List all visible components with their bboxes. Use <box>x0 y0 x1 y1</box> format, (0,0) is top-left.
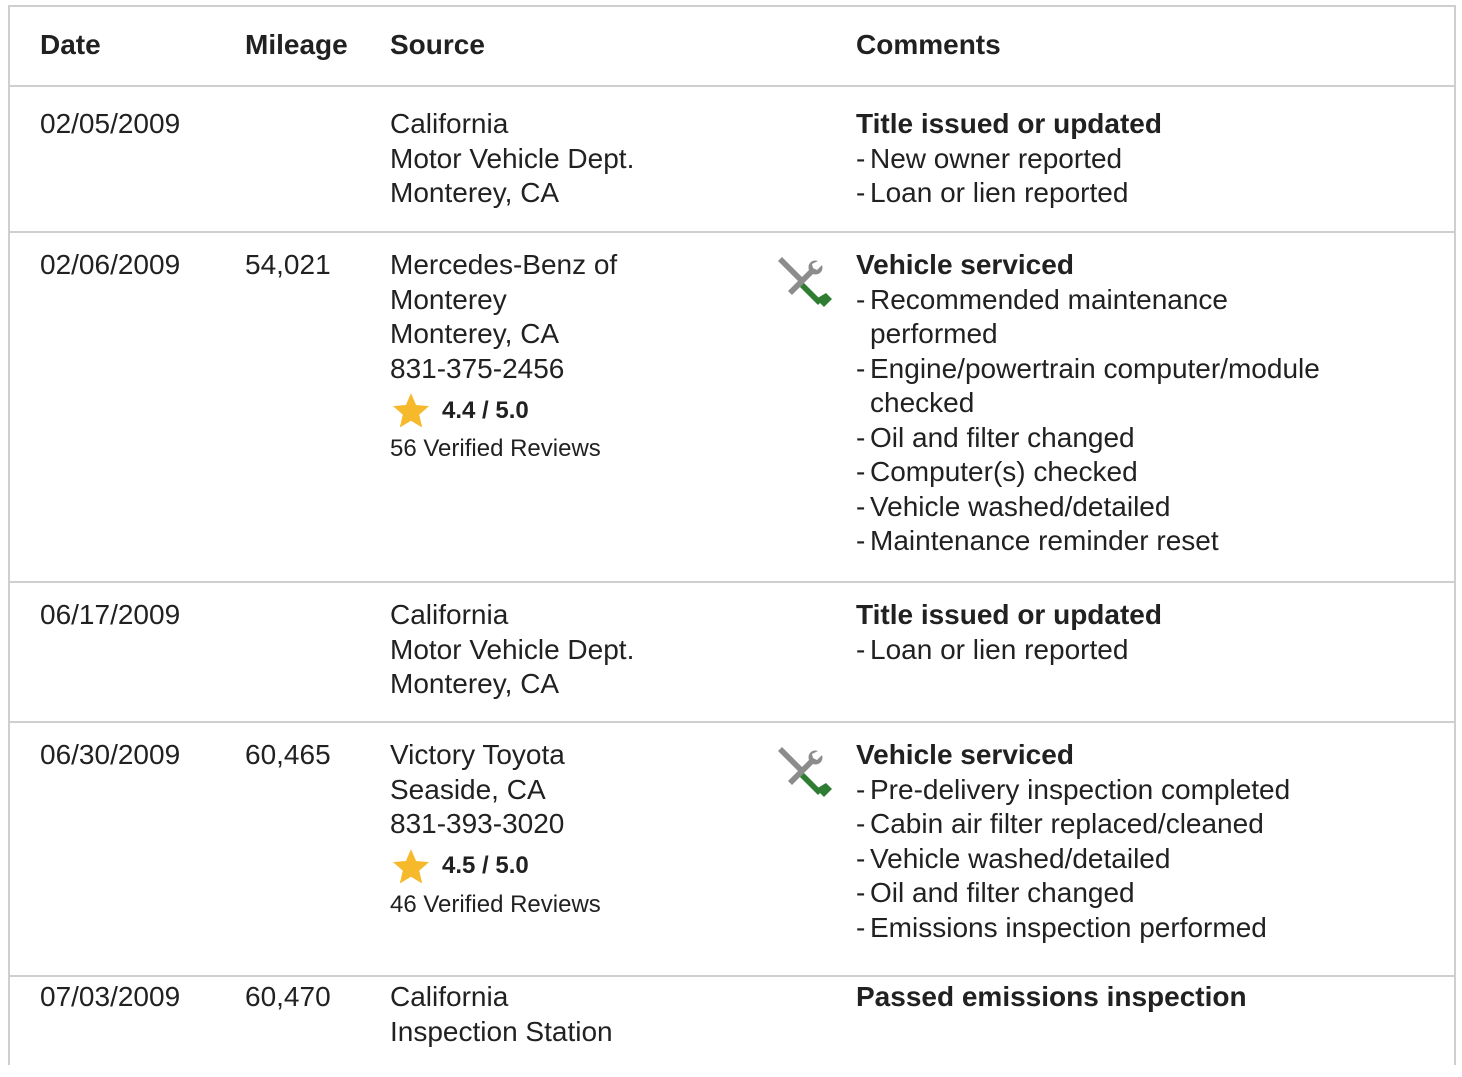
row-source: California Motor Vehicle Dept. Monterey,… <box>390 598 634 702</box>
reviews-link[interactable]: 56 Verified Reviews <box>390 430 617 468</box>
table-row: 06/30/2009 60,465 Victory Toyota Seaside… <box>10 723 1454 977</box>
source-line: Motor Vehicle Dept. <box>390 142 635 174</box>
comment-item: Vehicle washed/detailed <box>856 490 1320 525</box>
rating-value: 4.5 / 5.0 <box>442 852 529 880</box>
vehicle-history-table: Date Mileage Source Comments 02/05/2009 … <box>8 5 1456 1065</box>
source-line: Motor Vehicle Dept. <box>390 633 635 665</box>
source-line: Monterey, CA <box>390 668 560 699</box>
source-line: California <box>390 981 509 1012</box>
row-date: 07/03/2009 <box>40 981 181 1012</box>
row-date: 02/06/2009 <box>40 249 181 280</box>
star-icon <box>392 393 430 428</box>
row-source: California Inspection Station <box>390 980 613 1049</box>
comment-item: Loan or lien reported <box>856 633 1162 668</box>
source-line: California <box>390 108 509 139</box>
table-row: 06/17/2009 California Motor Vehicle Dept… <box>10 583 1454 723</box>
comment-item: New owner reported <box>856 142 1162 177</box>
row-date: 06/30/2009 <box>40 739 181 770</box>
table-header: Date Mileage Source Comments <box>10 7 1454 87</box>
row-comments: Vehicle serviced Recommended maintenance… <box>856 248 1320 559</box>
table-row: 02/06/2009 54,021 Mercedes-Benz of Monte… <box>10 233 1454 583</box>
row-comments: Title issued or updated New owner report… <box>856 107 1162 211</box>
row-source: California Motor Vehicle Dept. Monterey,… <box>390 107 634 211</box>
comment-item: Vehicle washed/detailed <box>856 842 1290 877</box>
comment-item: Oil and filter changed <box>856 421 1320 456</box>
source-line: Monterey <box>390 283 507 315</box>
row-date: 06/17/2009 <box>40 599 181 630</box>
star-icon <box>392 848 430 883</box>
source-line: Victory Toyota <box>390 739 565 770</box>
comment-item: Computer(s) checked <box>856 455 1320 490</box>
comment-item: Cabin air filter replaced/cleaned <box>856 807 1290 842</box>
comment-item: Recommended maintenanceperformed <box>856 283 1320 352</box>
row-source: Mercedes-Benz of Monterey Monterey, CA 8… <box>390 248 617 468</box>
source-line: 831-375-2456 <box>390 352 565 384</box>
comment-title: Vehicle serviced <box>856 739 1074 770</box>
row-source: Victory Toyota Seaside, CA 831-393-3020 … <box>390 738 601 924</box>
row-comments: Passed emissions inspection <box>856 980 1247 1015</box>
service-tools-icon <box>774 253 834 313</box>
source-line: Monterey, CA <box>390 318 560 349</box>
row-comments: Title issued or updated Loan or lien rep… <box>856 598 1162 667</box>
header-mileage: Mileage <box>245 29 348 60</box>
comment-item: Engine/powertrain computer/modulechecked <box>856 352 1320 421</box>
source-line: Monterey, CA <box>390 177 560 208</box>
comment-item: Pre-delivery inspection completed <box>856 773 1290 808</box>
row-comments: Vehicle serviced Pre-delivery inspection… <box>856 738 1290 945</box>
comment-title: Vehicle serviced <box>856 249 1074 280</box>
comment-item: Oil and filter changed <box>856 876 1290 911</box>
reviews-link[interactable]: 46 Verified Reviews <box>390 886 601 924</box>
comment-title: Title issued or updated <box>856 108 1162 139</box>
row-mileage: 60,465 <box>245 739 331 770</box>
source-line: Mercedes-Benz of <box>390 249 618 280</box>
table-row: 07/03/2009 60,470 California Inspection … <box>10 977 1454 1077</box>
comment-item: Maintenance reminder reset <box>856 524 1320 559</box>
source-line: 831-393-3020 <box>390 808 565 839</box>
header-source: Source <box>390 29 485 60</box>
service-tools-icon <box>774 743 834 803</box>
source-line: California <box>390 599 509 630</box>
dealer-rating[interactable]: 4.4 / 5.0 <box>390 392 617 430</box>
comment-title: Title issued or updated <box>856 599 1162 630</box>
comment-item: Emissions inspection performed <box>856 911 1290 946</box>
comment-item: Loan or lien reported <box>856 176 1162 211</box>
row-date: 02/05/2009 <box>40 108 181 139</box>
source-line: Seaside, CA <box>390 773 546 805</box>
dealer-rating[interactable]: 4.5 / 5.0 <box>390 848 601 886</box>
table-row: 02/05/2009 California Motor Vehicle Dept… <box>10 87 1454 233</box>
rating-value: 4.4 / 5.0 <box>442 396 529 424</box>
row-mileage: 54,021 <box>245 249 331 280</box>
header-date: Date <box>40 29 101 60</box>
comment-title: Passed emissions inspection <box>856 981 1247 1012</box>
header-comments: Comments <box>856 29 1001 60</box>
row-mileage: 60,470 <box>245 981 331 1012</box>
